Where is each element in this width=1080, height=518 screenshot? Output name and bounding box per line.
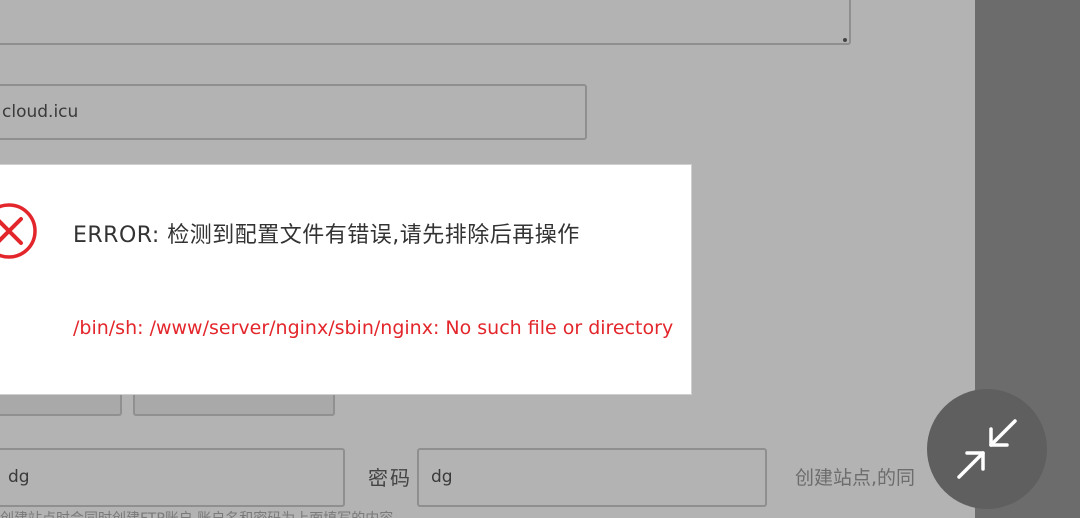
ftp-username-input[interactable]: dg <box>0 448 345 507</box>
ftp-hint-text: 创建站点,的同 <box>795 467 916 489</box>
domain-input[interactable]: cloud.icu <box>0 84 587 140</box>
collapse-arrows-icon <box>957 419 1017 479</box>
collapse-fab-button[interactable] <box>927 389 1047 509</box>
form-help-text: 创建站点时会同时创建FTP账户,账户名和密码为上面填写的内容 <box>0 508 660 518</box>
error-title: ERROR: 检测到配置文件有错误,请先排除后再操作 <box>73 223 580 248</box>
error-dialog: ERROR: 检测到配置文件有错误,请先排除后再操作 /bin/sh: /www… <box>0 164 692 395</box>
form-button-left[interactable] <box>0 392 122 416</box>
domain-textarea[interactable] <box>0 0 851 45</box>
password-label: 密码 <box>368 466 412 490</box>
resize-grip[interactable] <box>843 38 847 42</box>
error-x-circle-icon <box>0 203 37 259</box>
form-button-right[interactable] <box>133 392 335 416</box>
error-detail: /bin/sh: /www/server/nginx/sbin/nginx: N… <box>73 317 674 339</box>
password-input[interactable]: dg <box>417 448 767 507</box>
